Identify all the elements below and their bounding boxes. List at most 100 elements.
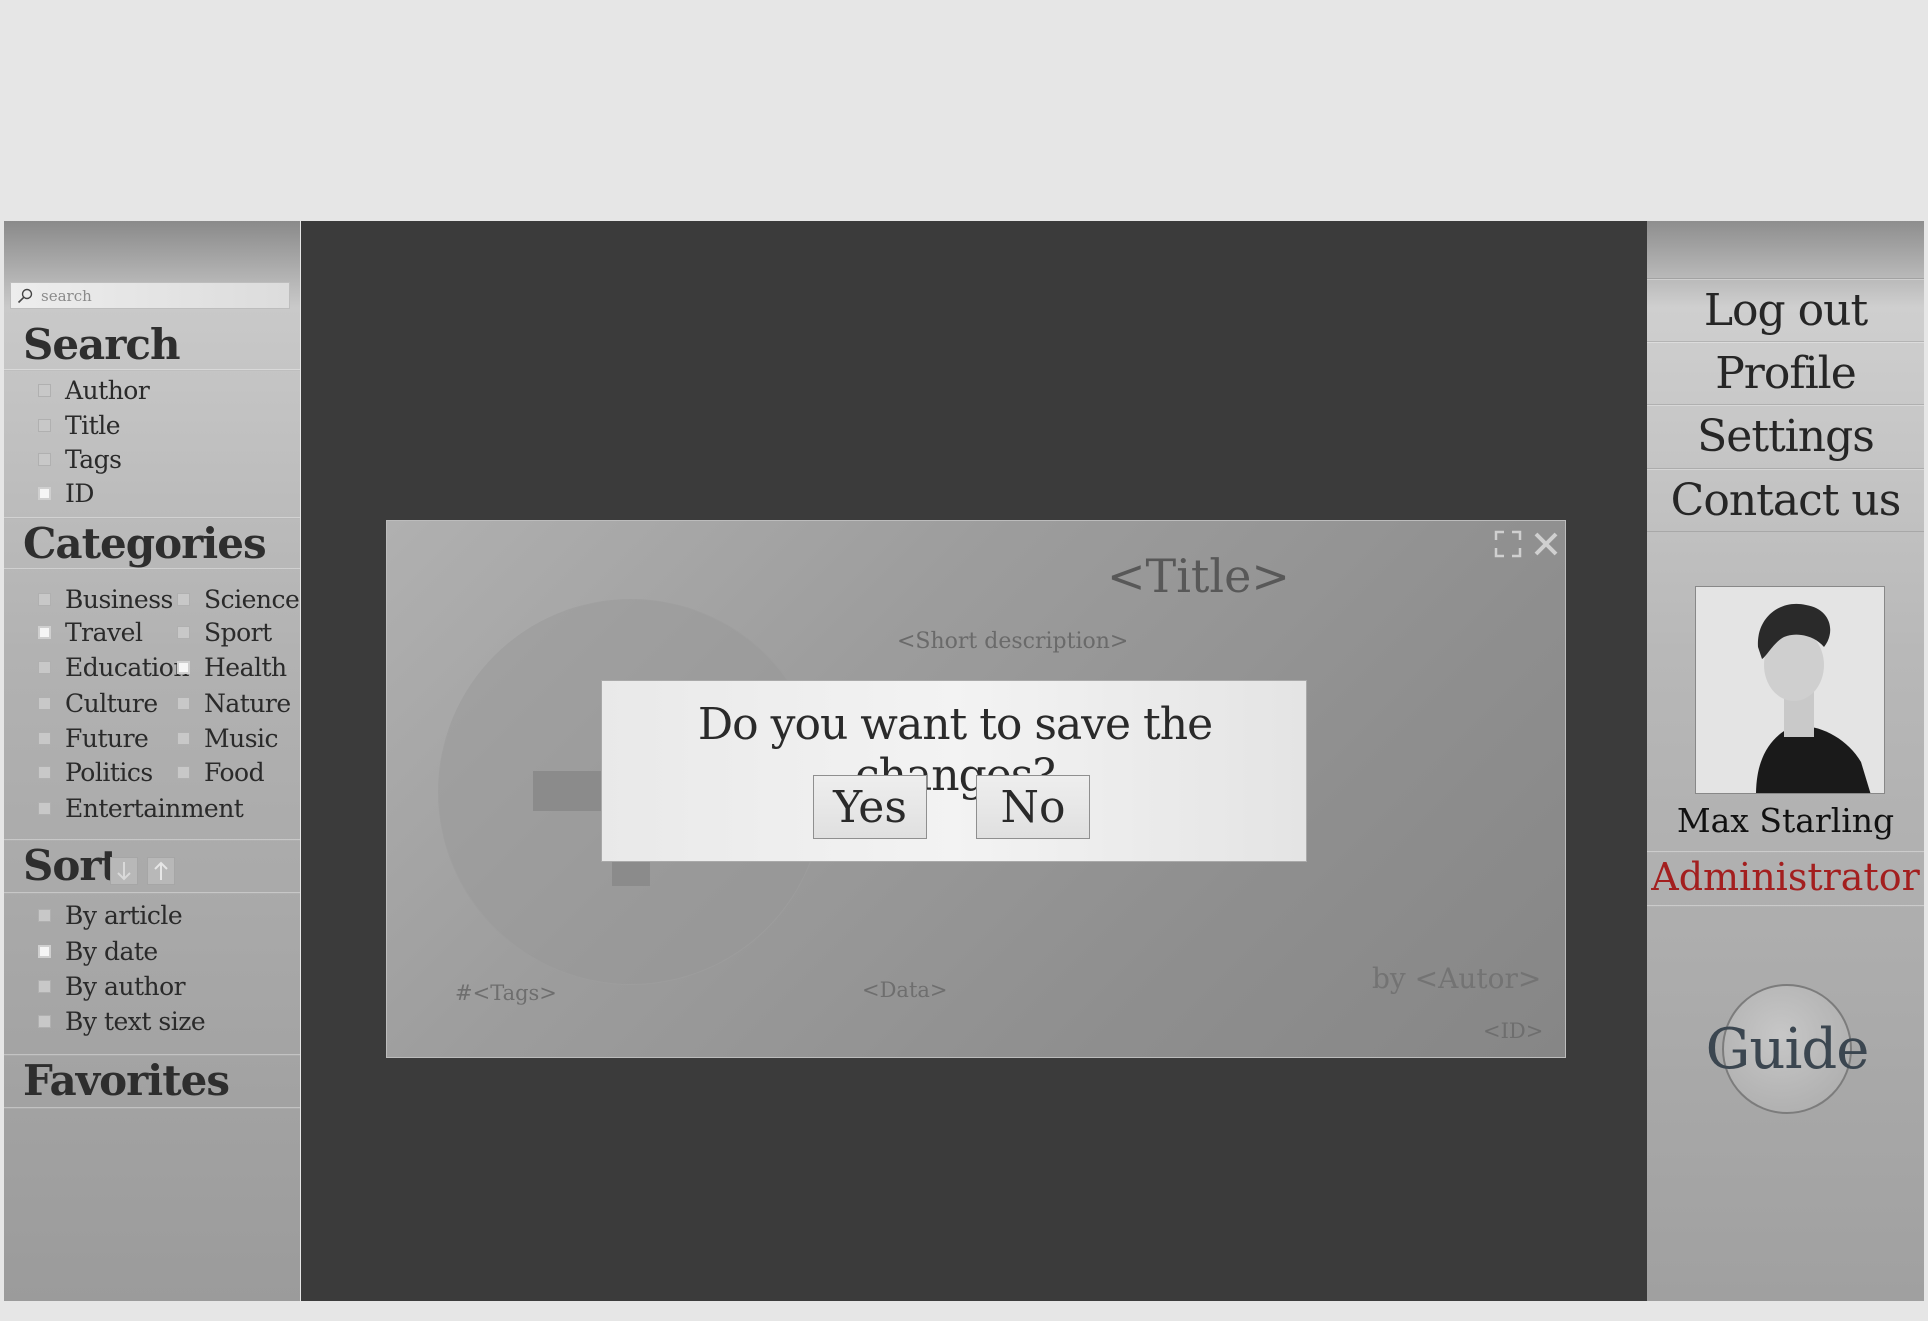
checkbox[interactable]: [38, 697, 51, 710]
sort-ascending-button[interactable]: [147, 857, 175, 885]
sort-section-title: Sort: [23, 841, 120, 890]
divider: [4, 1107, 300, 1109]
article-card-modal: <Title> <Short description> #<Tags> <Dat…: [386, 520, 1566, 1058]
checkbox[interactable]: [177, 697, 190, 710]
background-headline: [346, 256, 368, 331]
category-label: Sport: [204, 618, 272, 647]
article-tags: #<Tags>: [455, 981, 557, 1005]
article-short-description: <Short description>: [897, 629, 1129, 654]
divider: [1647, 905, 1924, 907]
category-label: Future: [65, 724, 149, 753]
filter-tags[interactable]: Tags: [38, 445, 122, 474]
guide-button[interactable]: Guide: [1706, 984, 1869, 1114]
left-sidebar: Search Author Title Tags ID Categories B…: [4, 221, 300, 1301]
category-business[interactable]: Business: [38, 585, 173, 614]
filter-label: Title: [65, 411, 121, 440]
category-label: Food: [204, 758, 265, 787]
checkbox[interactable]: [177, 626, 190, 639]
sort-by-author[interactable]: By author: [38, 972, 186, 1001]
sort-label: By article: [65, 901, 183, 930]
checkbox[interactable]: [177, 732, 190, 745]
filter-label: ID: [65, 479, 94, 508]
filter-id[interactable]: ID: [38, 479, 94, 508]
divider: [4, 369, 300, 371]
category-label: Business: [65, 585, 173, 614]
checkbox[interactable]: [38, 909, 51, 922]
sort-label: By date: [65, 937, 158, 966]
category-health[interactable]: Health: [177, 653, 287, 682]
category-sport[interactable]: Sport: [177, 618, 272, 647]
category-label: Travel: [65, 618, 143, 647]
sort-by-date[interactable]: By date: [38, 937, 158, 966]
search-input[interactable]: [39, 285, 273, 306]
category-label: Health: [204, 653, 287, 682]
no-button[interactable]: No: [976, 775, 1090, 839]
sort-descending-button[interactable]: [110, 857, 138, 885]
checkbox[interactable]: [38, 732, 51, 745]
expand-button[interactable]: [1493, 529, 1523, 559]
divider: [4, 568, 300, 570]
checkbox[interactable]: [38, 487, 51, 500]
divider: [1647, 851, 1924, 853]
right-sidebar: Log out Profile Settings Contact us Max …: [1647, 221, 1924, 1301]
arrow-up-icon: [154, 861, 168, 880]
checkbox[interactable]: [38, 384, 51, 397]
sort-label: By author: [65, 972, 186, 1001]
sort-by-text-size[interactable]: By text size: [38, 1007, 206, 1036]
save-changes-dialog: Do you want to save the changes? Yes No: [601, 680, 1307, 862]
checkbox[interactable]: [38, 626, 51, 639]
category-label: Culture: [65, 689, 158, 718]
category-label: Nature: [204, 689, 291, 718]
logout-link[interactable]: Log out: [1647, 278, 1924, 341]
category-science[interactable]: Science: [177, 585, 300, 614]
category-education[interactable]: Education: [38, 653, 189, 682]
yes-button[interactable]: Yes: [813, 775, 927, 839]
category-travel[interactable]: Travel: [38, 618, 143, 647]
checkbox[interactable]: [177, 766, 190, 779]
search-icon: [17, 288, 33, 303]
filter-label: Author: [65, 376, 150, 405]
checkbox[interactable]: [38, 419, 51, 432]
dialog-question: Do you want to save the changes?: [697, 699, 1213, 801]
main-content-overlay: <Title> <Short description> #<Tags> <Dat…: [301, 221, 1647, 1301]
checkbox[interactable]: [177, 593, 190, 606]
checkbox[interactable]: [38, 661, 51, 674]
image-shape: [612, 858, 650, 886]
divider: [4, 892, 300, 894]
checkbox[interactable]: [177, 661, 190, 674]
checkbox[interactable]: [38, 945, 51, 958]
close-card-button[interactable]: [1531, 529, 1561, 559]
category-entertainment[interactable]: Entertainment: [38, 794, 244, 823]
search-box[interactable]: [10, 282, 290, 309]
filter-title[interactable]: Title: [38, 411, 121, 440]
category-label: Music: [204, 724, 279, 753]
category-label: Entertainment: [65, 794, 244, 823]
checkbox[interactable]: [38, 980, 51, 993]
sort-by-article[interactable]: By article: [38, 901, 183, 930]
profile-link[interactable]: Profile: [1647, 341, 1924, 404]
filter-label: Tags: [65, 445, 122, 474]
checkbox[interactable]: [38, 453, 51, 466]
avatar[interactable]: [1695, 586, 1885, 794]
contact-link[interactable]: Contact us: [1647, 468, 1924, 532]
sort-label: By text size: [65, 1007, 206, 1036]
categories-section-title: Categories: [23, 519, 267, 568]
checkbox[interactable]: [38, 766, 51, 779]
category-label: Education: [65, 653, 189, 682]
expand-icon: [1494, 530, 1522, 558]
category-future[interactable]: Future: [38, 724, 149, 753]
user-name: Max Starling: [1676, 801, 1895, 840]
category-label: Politics: [65, 758, 153, 787]
category-culture[interactable]: Culture: [38, 689, 158, 718]
category-food[interactable]: Food: [177, 758, 265, 787]
favorites-section-title[interactable]: Favorites: [23, 1056, 230, 1105]
category-music[interactable]: Music: [177, 724, 279, 753]
checkbox[interactable]: [38, 1015, 51, 1028]
close-icon: [1534, 532, 1558, 556]
settings-link[interactable]: Settings: [1647, 404, 1924, 467]
checkbox[interactable]: [38, 802, 51, 815]
category-politics[interactable]: Politics: [38, 758, 153, 787]
filter-author[interactable]: Author: [38, 376, 150, 405]
category-nature[interactable]: Nature: [177, 689, 291, 718]
checkbox[interactable]: [38, 593, 51, 606]
